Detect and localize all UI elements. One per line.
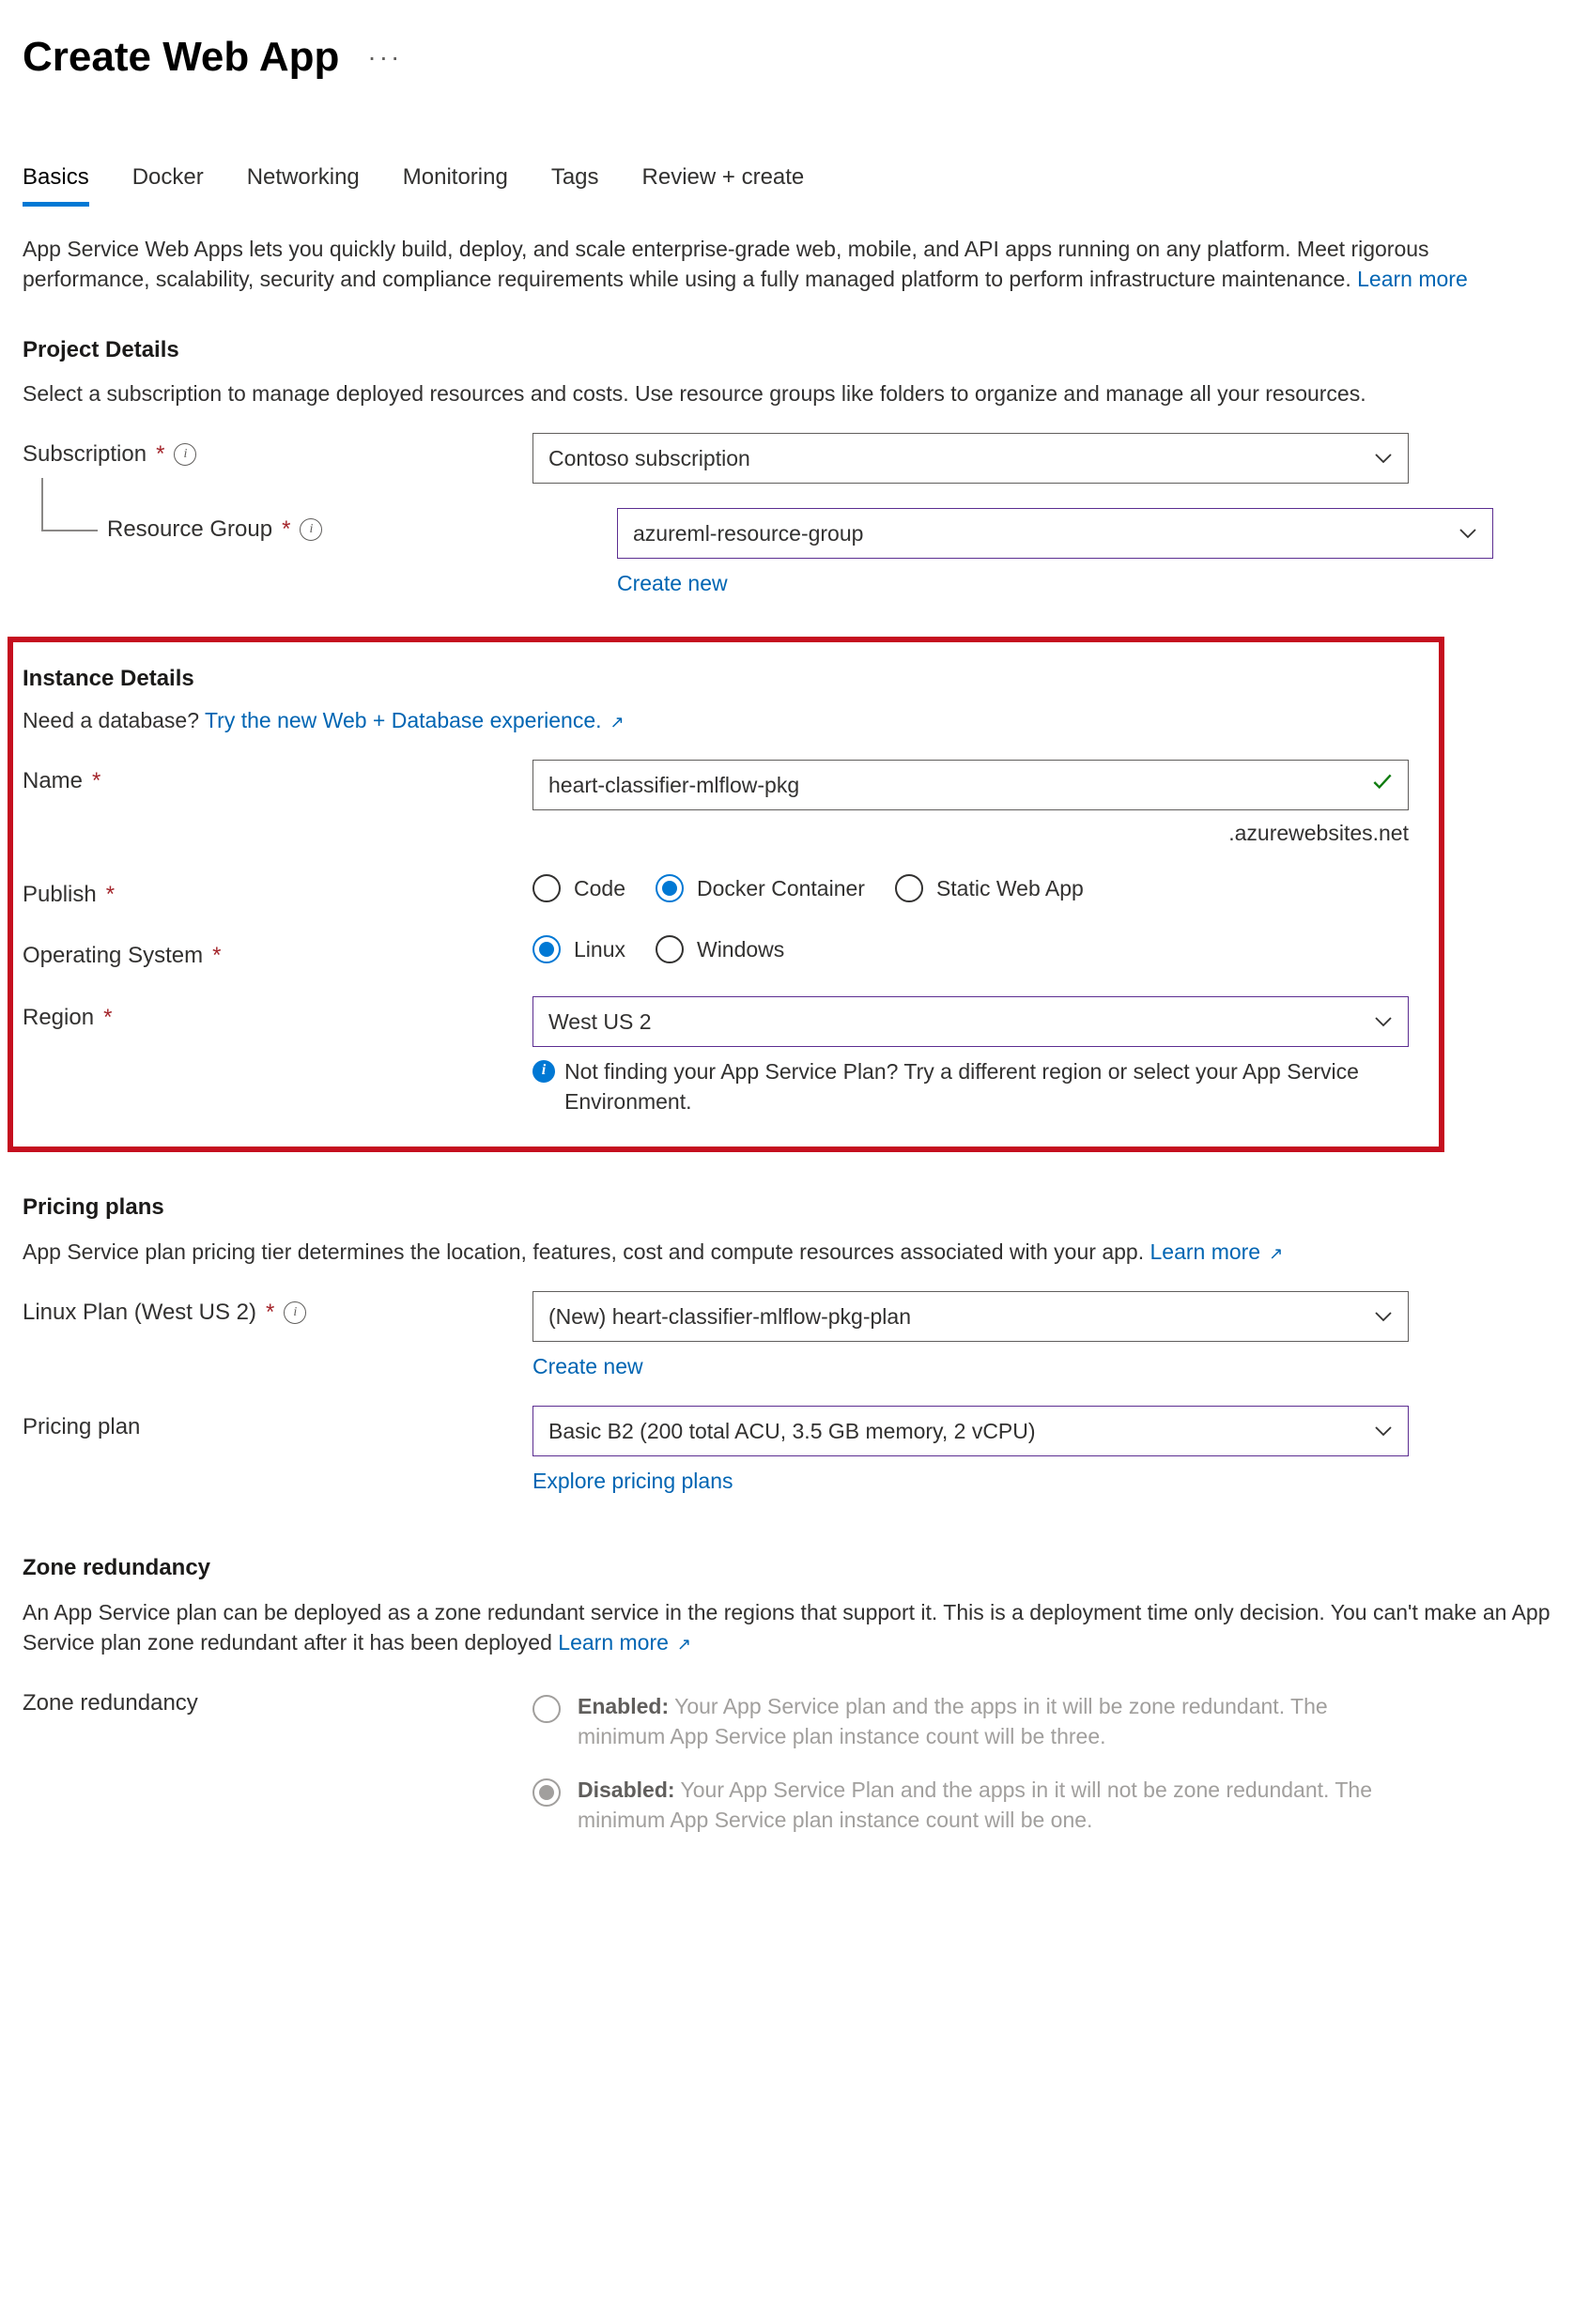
region-select[interactable]: West US 2 <box>532 996 1409 1047</box>
tab-tags[interactable]: Tags <box>551 162 599 207</box>
tab-basics[interactable]: Basics <box>23 162 89 208</box>
publish-label: Publish * <box>23 873 532 911</box>
zone-heading: Zone redundancy <box>23 1552 1551 1584</box>
explore-pricing-link[interactable]: Explore pricing plans <box>532 1466 733 1496</box>
tab-networking[interactable]: Networking <box>247 162 360 207</box>
resource-group-value: azureml-resource-group <box>633 518 863 548</box>
linux-plan-label: Linux Plan (West US 2) * i <box>23 1291 532 1329</box>
intro-learn-more-link[interactable]: Learn more <box>1357 267 1468 291</box>
tab-review[interactable]: Review + create <box>642 162 805 207</box>
name-input[interactable]: heart-classifier-mlflow-pkg <box>532 760 1409 810</box>
web-database-link[interactable]: Try the new Web + Database experience. ↗ <box>205 708 625 732</box>
chevron-down-icon <box>1372 1010 1395 1033</box>
external-link-icon: ↗ <box>606 713 625 731</box>
check-icon <box>1370 769 1395 801</box>
pricing-plan-select[interactable]: Basic B2 (200 total ACU, 3.5 GB memory, … <box>532 1406 1409 1456</box>
project-details-desc: Select a subscription to manage deployed… <box>23 378 1551 408</box>
pricing-learn-more-link[interactable]: Learn more ↗ <box>1150 1239 1283 1264</box>
name-suffix: .azurewebsites.net <box>532 818 1409 848</box>
database-prompt: Need a database? Try the new Web + Datab… <box>23 705 1429 735</box>
zone-radio-enabled: Enabled: Your App Service plan and the a… <box>532 1691 1409 1751</box>
publish-radio-code[interactable]: Code <box>532 873 625 903</box>
name-label: Name * <box>23 760 532 797</box>
subscription-label: Subscription * i <box>23 433 532 470</box>
info-icon: i <box>532 1060 555 1083</box>
subscription-select[interactable]: Contoso subscription <box>532 433 1409 484</box>
os-radio-windows[interactable]: Windows <box>656 934 784 964</box>
pricing-heading: Pricing plans <box>23 1192 1551 1224</box>
region-label: Region * <box>23 996 532 1034</box>
pricing-desc: App Service plan pricing tier determines… <box>23 1237 1551 1267</box>
zone-desc: An App Service plan can be deployed as a… <box>23 1597 1551 1657</box>
info-icon[interactable]: i <box>300 518 322 541</box>
tab-monitoring[interactable]: Monitoring <box>403 162 508 207</box>
region-hint: i Not finding your App Service Plan? Try… <box>532 1056 1409 1116</box>
project-details-heading: Project Details <box>23 334 1551 366</box>
tab-docker[interactable]: Docker <box>132 162 204 207</box>
zone-radio-disabled: Disabled: Your App Service Plan and the … <box>532 1775 1409 1835</box>
resource-group-select[interactable]: azureml-resource-group <box>617 508 1493 559</box>
rg-create-new-link[interactable]: Create new <box>617 568 728 598</box>
external-link-icon: ↗ <box>672 1635 691 1654</box>
resource-group-label: Resource Group * i <box>23 508 617 546</box>
pricing-plan-value: Basic B2 (200 total ACU, 3.5 GB memory, … <box>548 1416 1036 1446</box>
info-icon[interactable]: i <box>284 1301 306 1324</box>
instance-details-heading: Instance Details <box>23 663 1429 695</box>
instance-details-highlight: Instance Details Need a database? Try th… <box>8 637 1444 1153</box>
os-label: Operating System * <box>23 934 532 972</box>
info-icon[interactable]: i <box>174 443 196 466</box>
os-radio-linux[interactable]: Linux <box>532 934 625 964</box>
zone-redundancy-label: Zone redundancy <box>23 1682 532 1719</box>
region-value: West US 2 <box>548 1007 652 1037</box>
linux-plan-select[interactable]: (New) heart-classifier-mlflow-pkg-plan <box>532 1291 1409 1342</box>
publish-radio-docker[interactable]: Docker Container <box>656 873 865 903</box>
external-link-icon: ↗ <box>1264 1244 1283 1263</box>
publish-radio-static[interactable]: Static Web App <box>895 873 1084 903</box>
chevron-down-icon <box>1457 522 1479 545</box>
pricing-plan-label: Pricing plan <box>23 1406 532 1443</box>
chevron-down-icon <box>1372 1420 1395 1442</box>
intro-text: App Service Web Apps lets you quickly bu… <box>23 234 1551 294</box>
zone-learn-more-link[interactable]: Learn more ↗ <box>558 1630 691 1655</box>
intro-body: App Service Web Apps lets you quickly bu… <box>23 237 1429 291</box>
subscription-value: Contoso subscription <box>548 443 750 473</box>
chevron-down-icon <box>1372 447 1395 469</box>
page-title: Create Web App <box>23 28 339 86</box>
more-icon[interactable]: ··· <box>367 44 402 70</box>
chevron-down-icon <box>1372 1305 1395 1328</box>
linux-plan-value: (New) heart-classifier-mlflow-pkg-plan <box>548 1301 911 1331</box>
tab-bar: Basics Docker Networking Monitoring Tags… <box>23 162 1551 207</box>
name-value: heart-classifier-mlflow-pkg <box>548 770 799 800</box>
plan-create-new-link[interactable]: Create new <box>532 1351 643 1381</box>
